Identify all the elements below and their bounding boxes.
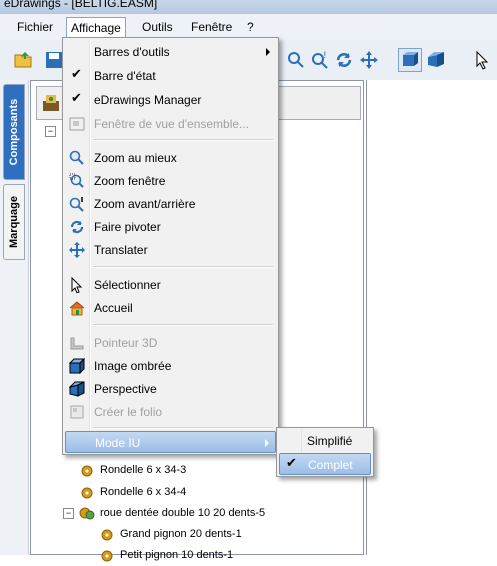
menu-separator: [93, 266, 273, 268]
menu-item-zoom-avant-arriere[interactable]: Zoom avant/arrière: [65, 193, 276, 215]
affichage-menu: Barres d'outils ✔ Barre d'état ✔ eDrawin…: [62, 37, 279, 455]
home-icon: [69, 301, 85, 316]
mode-iu-submenu: Simplifié ✔ Complet: [276, 427, 374, 477]
tab-composants[interactable]: Composants: [3, 84, 25, 180]
menu-item-mode-iu[interactable]: Mode IU: [65, 431, 276, 453]
menu-separator: [93, 427, 273, 429]
open-folder-icon[interactable]: [12, 48, 36, 72]
pan-icon: [69, 242, 85, 258]
zoom-icon[interactable]: [284, 48, 308, 72]
menu-item-zoom-fenetre[interactable]: Zoom fenêtre: [65, 170, 276, 192]
menu-affichage[interactable]: Affichage: [66, 17, 126, 38]
gear-part-icon: [81, 465, 93, 477]
assembly-icon: [43, 95, 59, 111]
menu-item-perspective[interactable]: Perspective: [65, 378, 276, 400]
menu-item-barre-etat[interactable]: ✔ Barre d'état: [65, 65, 276, 87]
tab-marquage[interactable]: Marquage: [3, 184, 25, 260]
rotate-icon: [70, 220, 84, 234]
check-icon: ✔: [71, 66, 82, 81]
window-title: eDrawings - [BELTIG.EASM]: [4, 0, 158, 10]
menu-item-image-ombree[interactable]: Image ombrée: [65, 355, 276, 377]
menu-item-creer-folio[interactable]: Créer le folio: [65, 401, 276, 423]
overview-window-icon: [69, 117, 85, 131]
menu-item-zoom-au-mieux[interactable]: Zoom au mieux: [65, 147, 276, 169]
select-cursor-icon[interactable]: [470, 48, 494, 72]
check-icon: ✔: [71, 90, 82, 105]
tree-item[interactable]: roue dentée double 10 20 dents-5: [78, 502, 265, 524]
title-bar: eDrawings - [BELTIG.EASM]: [0, 0, 497, 14]
menu-fenetre[interactable]: Fenêtre: [187, 18, 236, 36]
menu-item-translater[interactable]: Translater: [65, 239, 276, 261]
menu-separator: [93, 139, 273, 141]
left-tab-strip: Composants Marquage: [0, 80, 29, 555]
graphics-area[interactable]: [366, 80, 497, 555]
submenu-arrow-icon: [265, 439, 269, 447]
subassembly-icon: [79, 507, 95, 520]
tree-collapse-toggle[interactable]: −: [63, 508, 74, 519]
menu-item-selectionner[interactable]: Sélectionner: [65, 274, 276, 296]
menu-fichier[interactable]: Fichier: [13, 18, 57, 36]
tree-item[interactable]: Rondelle 6 x 34-4: [78, 481, 186, 503]
pointer-3d-icon: [70, 337, 84, 350]
pan-icon[interactable]: [357, 48, 381, 72]
menu-item-faire-pivoter[interactable]: Faire pivoter: [65, 216, 276, 238]
gear-part-icon: [81, 487, 93, 499]
menu-item-pointeur-3d[interactable]: Pointeur 3D: [65, 332, 276, 354]
gear-part-icon: [101, 550, 113, 562]
shaded-icon: [69, 358, 85, 374]
menu-item-edrawings-manager[interactable]: ✔ eDrawings Manager: [65, 89, 276, 111]
zoom-in-out-icon: [69, 197, 84, 212]
perspective-icon: [69, 381, 85, 397]
menu-separator: [93, 324, 273, 326]
tree-collapse-toggle[interactable]: −: [45, 126, 56, 137]
rotate-icon[interactable]: [332, 48, 356, 72]
menu-item-accueil[interactable]: Accueil: [65, 297, 276, 319]
check-icon: ✔: [286, 455, 297, 470]
submenu-arrow-icon: [266, 48, 270, 56]
menu-help[interactable]: ?: [243, 18, 258, 36]
tree-item[interactable]: Rondelle 6 x 34-3: [78, 459, 186, 481]
perspective-icon[interactable]: [424, 48, 448, 72]
select-cursor-icon: [71, 277, 83, 293]
zoom-window-icon: [69, 173, 84, 188]
menu-outils[interactable]: Outils: [138, 18, 177, 36]
menu-item-vue-ensemble[interactable]: Fenêtre de vue d'ensemble...: [65, 113, 276, 135]
tree-item[interactable]: Petit pignon 10 dents-1: [98, 544, 233, 566]
create-sheet-icon: [70, 405, 84, 419]
tree-item[interactable]: Grand pignon 20 dents-1: [98, 523, 242, 545]
svg-text:!: !: [323, 51, 327, 61]
gear-part-icon: [101, 529, 113, 541]
zoom-fit-icon: [69, 150, 84, 165]
submenu-item-complet[interactable]: ✔ Complet: [279, 453, 371, 475]
submenu-item-simplifie[interactable]: Simplifié: [279, 430, 371, 452]
shaded-icon[interactable]: [398, 48, 422, 72]
zoom-in-out-icon[interactable]: !: [308, 48, 332, 72]
menu-item-barres-outils[interactable]: Barres d'outils: [65, 41, 276, 63]
